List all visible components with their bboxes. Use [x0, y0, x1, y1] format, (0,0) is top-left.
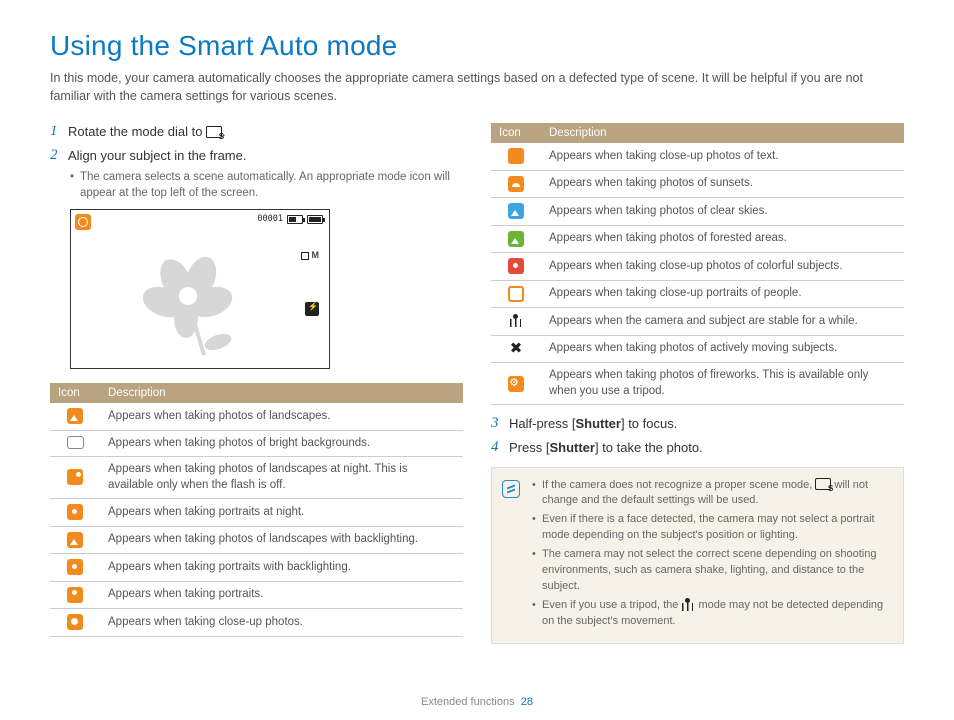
- cell-desc: Appears when taking photos of landscapes…: [100, 457, 463, 499]
- note-item: If the camera does not recognize a prope…: [532, 478, 891, 510]
- night-portrait-icon: [67, 504, 83, 520]
- sunset-icon: [508, 176, 524, 192]
- cell-desc: Appears when taking close-up photos.: [100, 609, 463, 637]
- scene-mode-icon: [75, 214, 91, 230]
- battery-icon: [307, 215, 323, 224]
- left-column: 1 Rotate the mode dial to . 2 Align your…: [50, 123, 463, 647]
- intro-text: In this mode, your camera automatically …: [50, 70, 904, 105]
- cell-desc: Appears when taking photos of landscapes…: [100, 403, 463, 430]
- flash-indicator: [305, 302, 319, 316]
- table-row: Appears when taking photos of landscapes…: [50, 457, 463, 499]
- bullet-item: The camera selects a scene automatically…: [70, 170, 463, 201]
- col-header-icon: Icon: [50, 383, 100, 403]
- step-number: 4: [491, 439, 509, 457]
- note-box: If the camera does not recognize a prope…: [491, 467, 904, 644]
- fireworks-icon: [508, 376, 524, 392]
- shot-counter: 00001: [257, 214, 283, 224]
- battery-icon: [287, 215, 303, 224]
- section-name: Extended functions: [421, 696, 515, 708]
- landscape-icon: [67, 408, 83, 424]
- cell-desc: Appears when taking photos of clear skie…: [541, 198, 904, 226]
- step-number: 3: [491, 415, 509, 433]
- cell-desc: Appears when taking photos of bright bac…: [100, 430, 463, 457]
- backlight-landscape-icon: [67, 532, 83, 548]
- closeup-portrait-icon: [508, 286, 524, 302]
- closeup-text-icon: [508, 148, 524, 164]
- forest-icon: [508, 231, 524, 247]
- table-row: Appears when taking photos of clear skie…: [491, 198, 904, 226]
- right-column: Icon Description Appears when taking clo…: [491, 123, 904, 647]
- portrait-icon: [67, 587, 83, 603]
- scene-icons-table-1: Icon Description Appears when taking pho…: [50, 383, 463, 637]
- table-row: Appears when taking close-up portraits o…: [491, 280, 904, 308]
- tripod-icon: [681, 598, 695, 612]
- colorful-closeup-icon: [508, 258, 524, 274]
- step-number: 2: [50, 147, 68, 165]
- note-item: Even if you use a tripod, the mode may n…: [532, 598, 891, 630]
- smart-auto-icon: [206, 126, 222, 140]
- cell-desc: Appears when taking photos of actively m…: [541, 335, 904, 363]
- cell-desc: Appears when taking portraits at night.: [100, 499, 463, 527]
- step-1-text-pre: Rotate the mode dial to: [68, 124, 206, 139]
- table-row: Appears when taking close-up photos of c…: [491, 253, 904, 281]
- table-row: Appears when taking close-up photos.: [50, 609, 463, 637]
- cell-desc: Appears when taking portraits with backl…: [100, 554, 463, 582]
- page-title: Using the Smart Auto mode: [50, 30, 904, 62]
- table-row: Appears when taking photos of fireworks.…: [491, 363, 904, 405]
- page-number: 28: [521, 696, 533, 708]
- step-1: 1 Rotate the mode dial to .: [50, 123, 463, 141]
- lcd-preview: 00001 M: [70, 209, 330, 369]
- shutter-label: Shutter: [549, 440, 595, 455]
- step-4-pre: Press [: [509, 440, 549, 455]
- step-number: 1: [50, 123, 68, 141]
- backlight-portrait-icon: [67, 559, 83, 575]
- note-icon: [502, 480, 520, 498]
- smart-auto-icon: [815, 478, 831, 492]
- cell-desc: Appears when taking photos of fireworks.…: [541, 363, 904, 405]
- sky-icon: [508, 203, 524, 219]
- col-header-desc: Description: [541, 123, 904, 143]
- table-row: Appears when taking photos of landscapes…: [50, 526, 463, 554]
- table-row: Appears when taking photos of bright bac…: [50, 430, 463, 457]
- closeup-icon: [67, 614, 83, 630]
- col-header-icon: Icon: [491, 123, 541, 143]
- size-indicator: M: [301, 250, 320, 260]
- cell-desc: Appears when the camera and subject are …: [541, 308, 904, 336]
- page-footer: Extended functions 28: [0, 696, 954, 708]
- table-row: ✖ Appears when taking photos of actively …: [491, 335, 904, 363]
- cell-desc: Appears when taking close-up photos of c…: [541, 253, 904, 281]
- table-row: Appears when the camera and subject are …: [491, 308, 904, 336]
- step-3-pre: Half-press [: [509, 416, 575, 431]
- step-3-post: ] to focus.: [621, 416, 677, 431]
- tripod-icon: [508, 313, 524, 329]
- flower-graphic: [126, 240, 246, 360]
- scene-icons-table-2: Icon Description Appears when taking clo…: [491, 123, 904, 405]
- cell-desc: Appears when taking photos of landscapes…: [100, 526, 463, 554]
- note-item: Even if there is a face detected, the ca…: [532, 512, 891, 544]
- shutter-label: Shutter: [575, 416, 621, 431]
- table-row: Appears when taking photos of landscapes…: [50, 403, 463, 430]
- cell-desc: Appears when taking photos of sunsets.: [541, 170, 904, 198]
- action-icon: ✖: [508, 341, 524, 357]
- step-2: 2 Align your subject in the frame.: [50, 147, 463, 165]
- step-3: 3 Half-press [Shutter] to focus.: [491, 415, 904, 433]
- note-item: The camera may not select the correct sc…: [532, 547, 891, 595]
- step-2-bullets: The camera selects a scene automatically…: [70, 170, 463, 201]
- table-row: Appears when taking portraits with backl…: [50, 554, 463, 582]
- cell-desc: Appears when taking photos of forested a…: [541, 225, 904, 253]
- step-4: 4 Press [Shutter] to take the photo.: [491, 439, 904, 457]
- table-row: Appears when taking close-up photos of t…: [491, 143, 904, 170]
- night-landscape-icon: [67, 469, 83, 485]
- cell-desc: Appears when taking close-up photos of t…: [541, 143, 904, 170]
- cell-desc: Appears when taking close-up portraits o…: [541, 280, 904, 308]
- cell-desc: Appears when taking portraits.: [100, 581, 463, 609]
- bright-bg-icon: [67, 436, 84, 449]
- step-4-post: ] to take the photo.: [595, 440, 703, 455]
- table-row: Appears when taking photos of forested a…: [491, 225, 904, 253]
- table-row: Appears when taking portraits.: [50, 581, 463, 609]
- table-row: Appears when taking photos of sunsets.: [491, 170, 904, 198]
- col-header-desc: Description: [100, 383, 463, 403]
- step-2-text: Align your subject in the frame.: [68, 147, 463, 165]
- table-row: Appears when taking portraits at night.: [50, 499, 463, 527]
